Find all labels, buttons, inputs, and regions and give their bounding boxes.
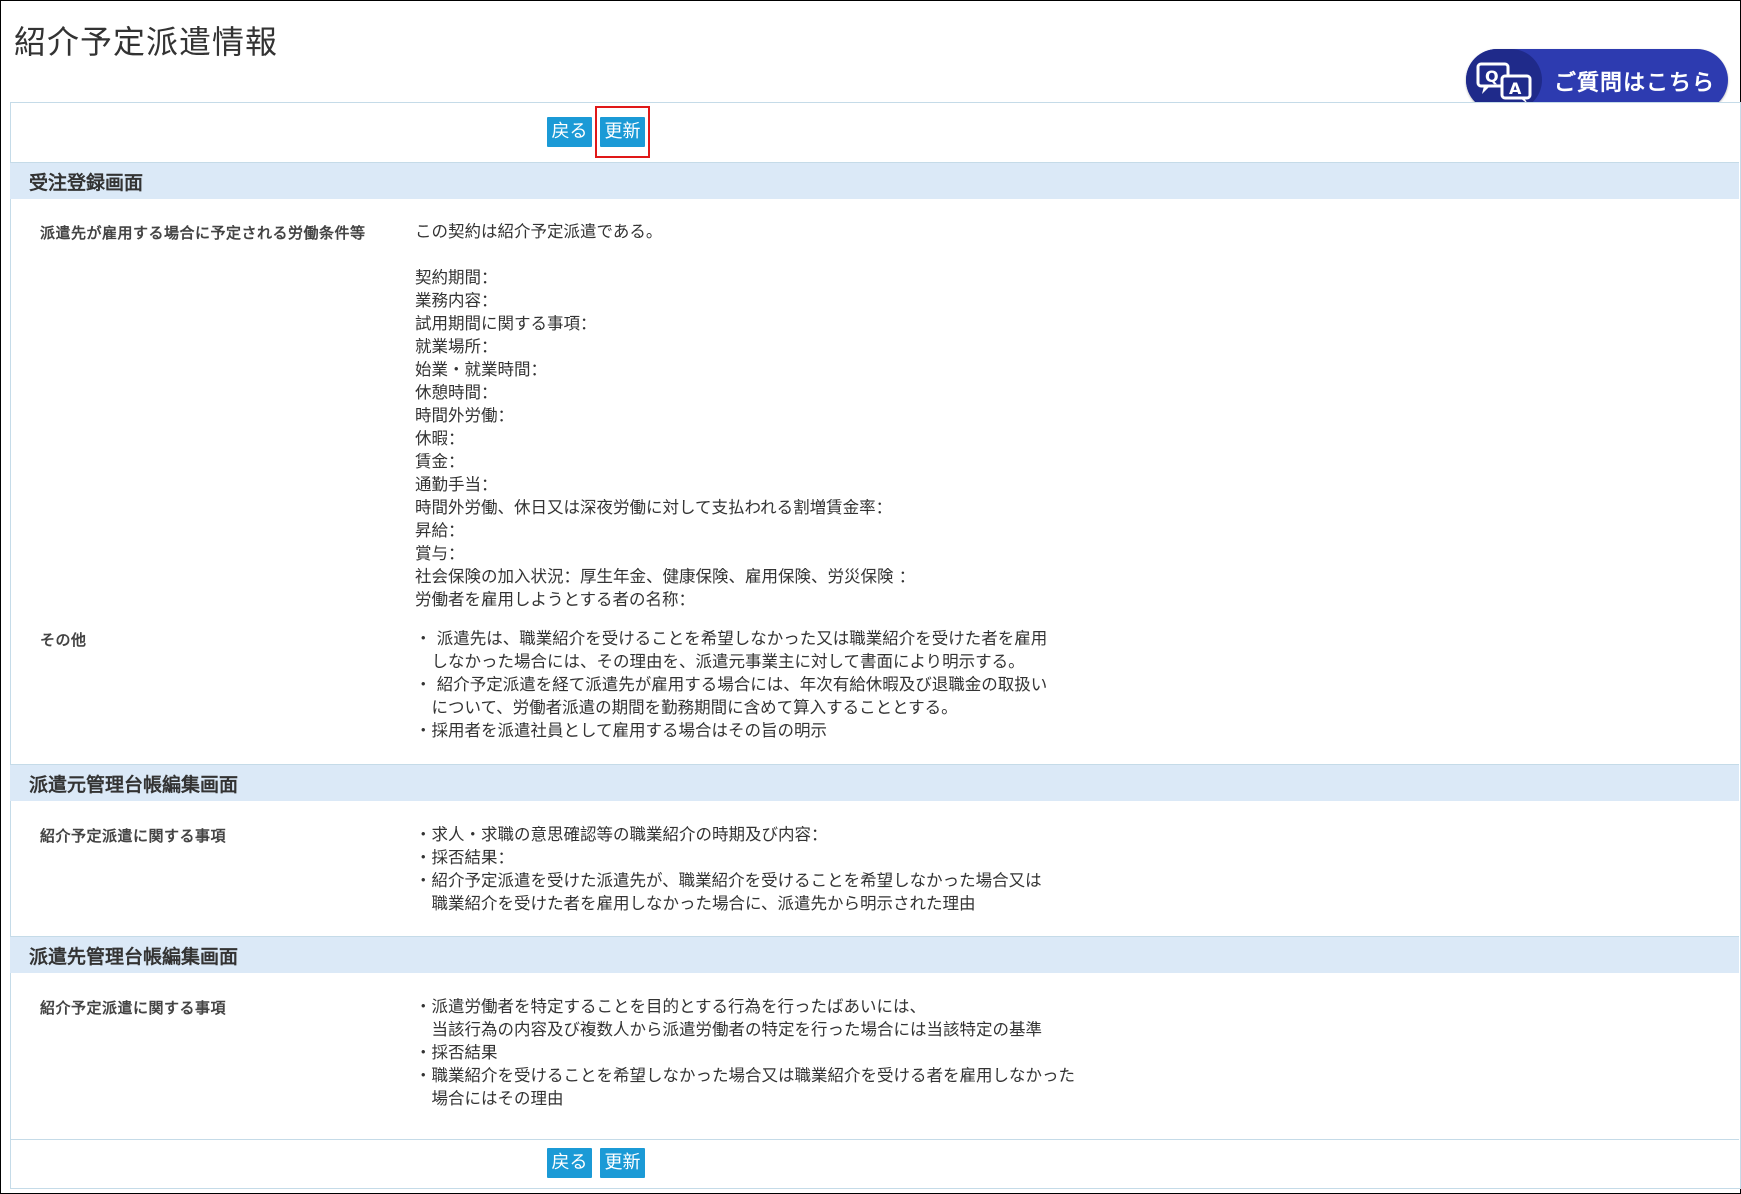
text-line: この契約は紹介予定派遣である。 bbox=[415, 222, 663, 241]
text-line: 場合にはその理由 bbox=[415, 1089, 564, 1108]
row-content-intro-dispatch-source: ・求人・求職の意思確認等の職業紹介の時期及び内容： ・採否結果： ・紹介予定派遣… bbox=[415, 823, 1042, 915]
text-line: 労働者を雇用しようとする者の名称： bbox=[415, 590, 696, 609]
text-line: 業務内容： bbox=[415, 291, 498, 310]
page: 紹介予定派遣情報 Q A ご質問はこちら 戻る 更新 受注登録画面 派遣先が雇用… bbox=[0, 0, 1741, 1194]
row-label-other: その他 bbox=[40, 631, 87, 649]
svg-text:A: A bbox=[1509, 79, 1522, 98]
text-line: ・派遣労働者を特定することを目的とする行為を行ったばあいには、 bbox=[415, 997, 927, 1016]
update-button-bottom[interactable]: 更新 bbox=[600, 1148, 645, 1178]
text-line: ・職業紹介を受けることを希望しなかった場合又は職業紹介を受ける者を雇用しなかった bbox=[415, 1066, 1075, 1085]
text-line: ・ 派遣先は、職業紹介を受けることを希望しなかった又は職業紹介を受けた者を雇用 bbox=[415, 629, 1048, 648]
page-title: 紹介予定派遣情報 bbox=[14, 23, 279, 61]
text-line: 契約期間： bbox=[415, 268, 498, 287]
text-line: 時間外労働： bbox=[415, 406, 514, 425]
text-line: ・採否結果： bbox=[415, 848, 514, 867]
back-button-top[interactable]: 戻る bbox=[547, 117, 592, 147]
text-line: 休暇： bbox=[415, 429, 465, 448]
text-line: ・紹介予定派遣を受けた派遣先が、職業紹介を受けることを希望しなかった場合又は bbox=[415, 871, 1042, 890]
row-content-working-conditions: この契約は紹介予定派遣である。 契約期間： 業務内容： 試用期間に関する事項： … bbox=[415, 220, 915, 611]
text-line: 社会保険の加入状況：厚生年金、健康保険、雇用保険、労災保険 ： bbox=[415, 567, 916, 586]
text-line: 休憩時間： bbox=[415, 383, 498, 402]
section-header-dispatch-source-ledger: 派遣元管理台帳編集画面 bbox=[10, 764, 1739, 801]
text-line: ・ 紹介予定派遣を経て派遣先が雇用する場合には、年次有給休暇及び退職金の取扱い bbox=[415, 675, 1048, 694]
text-line: 始業・就業時間： bbox=[415, 360, 547, 379]
text-line: 通勤手当： bbox=[415, 475, 498, 494]
text-line: しなかった場合には、その理由を、派遣元事業主に対して書面により明示する。 bbox=[415, 652, 1025, 671]
text-line: 就業場所： bbox=[415, 337, 498, 356]
text-line: ・求人・求職の意思確認等の職業紹介の時期及び内容： bbox=[415, 825, 828, 844]
row-label-working-conditions: 派遣先が雇用する場合に予定される労働条件等 bbox=[40, 224, 366, 242]
row-label-intro-dispatch-destination: 紹介予定派遣に関する事項 bbox=[40, 999, 227, 1017]
section-title: 派遣先管理台帳編集画面 bbox=[29, 946, 239, 968]
text-line: 当該行為の内容及び複数人から派遣労働者の特定を行った場合には当該特定の基準 bbox=[415, 1020, 1043, 1039]
divider bbox=[10, 1139, 1739, 1140]
text-line: 時間外労働、休日又は深夜労働に対して支払われる割増賃金率： bbox=[415, 498, 893, 517]
update-button-highlight bbox=[595, 106, 650, 158]
text-line: 賞与： bbox=[415, 544, 465, 563]
text-line: 職業紹介を受けた者を雇用しなかった場合に、派遣先から明示された理由 bbox=[415, 894, 976, 913]
svg-text:Q: Q bbox=[1485, 67, 1499, 86]
back-button-bottom[interactable]: 戻る bbox=[547, 1148, 592, 1178]
section-header-dispatch-destination-ledger: 派遣先管理台帳編集画面 bbox=[10, 936, 1739, 973]
section-title: 派遣元管理台帳編集画面 bbox=[29, 774, 239, 796]
row-content-intro-dispatch-destination: ・派遣労働者を特定することを目的とする行為を行ったばあいには、 当該行為の内容及… bbox=[415, 995, 1075, 1110]
help-label: ご質問はこちら bbox=[1554, 71, 1716, 96]
text-line: ・採用者を派遣社員として雇用する場合はその旨の明示 bbox=[415, 721, 828, 740]
text-line: 昇給： bbox=[415, 521, 465, 540]
text-line: 試用期間に関する事項： bbox=[415, 314, 597, 333]
text-line: について、労働者派遣の期間を勤務期間に含めて算入することとする。 bbox=[415, 698, 958, 717]
text-line: ・採否結果 bbox=[415, 1043, 498, 1062]
section-header-order-registration: 受注登録画面 bbox=[10, 162, 1739, 199]
text-line: 賃金： bbox=[415, 452, 465, 471]
section-title: 受注登録画面 bbox=[29, 172, 144, 194]
row-label-intro-dispatch-source: 紹介予定派遣に関する事項 bbox=[40, 827, 227, 845]
row-content-other: ・ 派遣先は、職業紹介を受けることを希望しなかった又は職業紹介を受けた者を雇用 … bbox=[415, 627, 1047, 742]
